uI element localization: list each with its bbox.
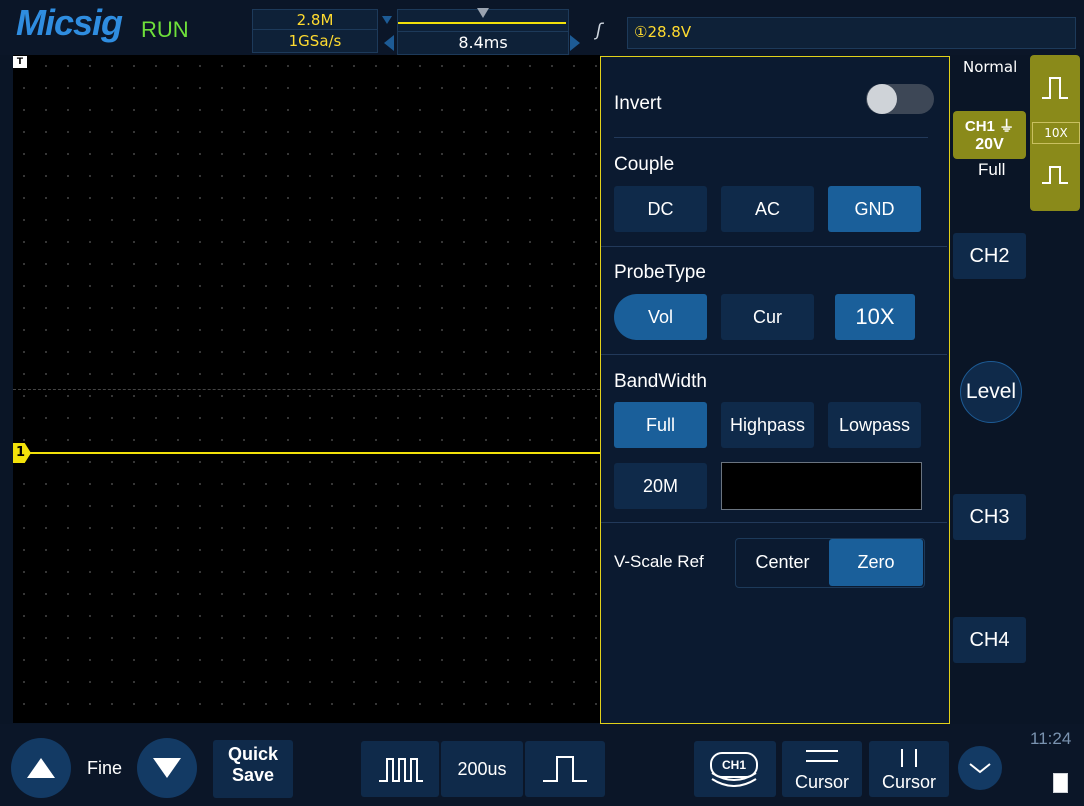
ch1-waveform — [30, 452, 600, 454]
rising-edge-icon[interactable]: ʃ — [596, 20, 602, 41]
horizontal-cursor-button[interactable]: Cursor — [782, 741, 862, 797]
sample-rate[interactable]: 1GSa/s — [252, 29, 378, 53]
pulse-small-icon[interactable] — [1040, 163, 1070, 191]
ch2-button[interactable]: CH2 — [953, 233, 1026, 279]
up-arrow-button[interactable] — [11, 738, 71, 798]
quick-save-button[interactable]: Quick Save — [213, 740, 293, 798]
bandwidth-highpass-button[interactable]: Highpass — [721, 402, 814, 448]
divider — [601, 246, 947, 247]
horizontal-cursor-icon — [806, 750, 838, 762]
memory-window-line — [398, 22, 566, 24]
ch1-channel-button[interactable]: CH1 ⏚ 20V — [953, 111, 1026, 159]
clock: 11:24 — [1030, 729, 1072, 748]
couple-ac-button[interactable]: AC — [721, 186, 814, 232]
single-pulse-icon — [543, 756, 587, 782]
level-label: Level — [965, 380, 1017, 403]
timebase-left-arrow-icon[interactable] — [384, 35, 394, 51]
divider — [601, 354, 947, 355]
save-label: Save — [231, 765, 275, 785]
divider — [614, 137, 928, 138]
timebase-position[interactable]: 8.4ms — [397, 31, 569, 55]
vertical-cursor-icon — [901, 749, 917, 767]
vertical-cursor-button[interactable]: Cursor — [869, 741, 949, 797]
bandwidth-lowpass-button[interactable]: Lowpass — [828, 402, 921, 448]
ground-icon: ⏚ — [999, 118, 1015, 135]
vscale-zero-button[interactable]: Zero — [829, 539, 923, 586]
bandwidth-label: BandWidth — [614, 371, 707, 392]
level-knob[interactable]: Level — [960, 361, 1022, 423]
couple-label: Couple — [614, 154, 675, 175]
probe-ratio-tag: 10X — [1032, 122, 1080, 144]
expand-menu-button[interactable] — [958, 746, 1002, 790]
memory-depth[interactable]: 2.8M — [252, 9, 378, 31]
probe-cur-button[interactable]: Cur — [721, 294, 814, 340]
multi-pulse-button[interactable] — [361, 741, 439, 797]
channel-stack-button[interactable]: CH1 — [694, 741, 776, 797]
run-stop-status[interactable]: RUN — [141, 17, 189, 43]
trigger-point-marker — [477, 8, 489, 18]
invert-label: Invert — [614, 93, 662, 114]
ch1-scale: 20V — [975, 136, 1004, 153]
ch1-bandwidth: Full — [978, 160, 1006, 179]
down-arrow-icon — [153, 758, 181, 778]
brand-logo: Micsig — [16, 2, 123, 43]
vscale-center-button[interactable]: Center — [736, 539, 829, 586]
divider — [601, 522, 947, 523]
vscale-ref-label: V-Scale Ref — [614, 552, 704, 571]
probe-vol-button[interactable]: Vol — [614, 294, 707, 340]
probe-ratio-button[interactable]: 10X — [835, 294, 915, 340]
up-arrow-icon — [27, 758, 55, 778]
timebase-right-arrow-icon[interactable] — [570, 35, 580, 51]
couple-dc-button[interactable]: DC — [614, 186, 707, 232]
ch3-button[interactable]: CH3 — [953, 494, 1026, 540]
battery-icon — [1053, 773, 1068, 793]
quick-label: Quick — [227, 744, 279, 764]
chevron-down-icon — [969, 763, 991, 774]
trigger-mode[interactable]: Normal — [963, 58, 1017, 76]
cursor-label-1: Cursor — [794, 772, 849, 792]
pulse-icon[interactable] — [1040, 74, 1070, 106]
ch4-button[interactable]: CH4 — [953, 617, 1026, 663]
down-arrow-button[interactable] — [137, 738, 197, 798]
cursor-label-2: Cursor — [881, 772, 936, 792]
invert-toggle-knob — [867, 84, 897, 114]
stack-icon — [711, 772, 757, 787]
trigger-marker[interactable]: T — [13, 56, 27, 68]
probe-type-label: ProbeType — [614, 262, 706, 283]
trigger-level-value: ①28.8V — [634, 23, 692, 41]
bandwidth-20m-button[interactable]: 20M — [614, 463, 707, 509]
multi-pulse-icon — [379, 758, 423, 782]
couple-gnd-button[interactable]: GND — [828, 186, 921, 232]
single-pulse-button[interactable] — [525, 741, 605, 797]
bandwidth-full-button[interactable]: Full — [614, 402, 707, 448]
trigger-position-icon — [382, 9, 392, 24]
fine-label[interactable]: Fine — [87, 758, 122, 779]
center-line — [13, 389, 600, 391]
timebase-button[interactable]: 200us — [441, 741, 523, 797]
ch1-tag-label: CH1 — [964, 118, 995, 135]
bandwidth-value-input[interactable] — [721, 462, 922, 510]
trigger-info-box[interactable] — [627, 17, 1076, 49]
